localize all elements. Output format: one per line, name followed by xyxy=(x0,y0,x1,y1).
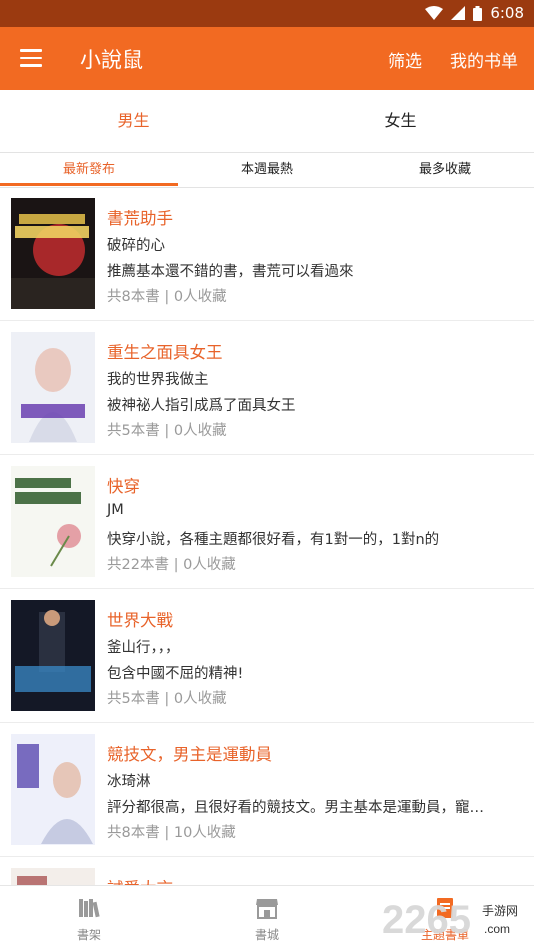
app-bar: 小說鼠 筛选 我的书单 xyxy=(0,27,534,90)
booklist-list[interactable]: 書荒助手 破碎的心 推薦基本還不錯的書，書荒可以看過來 共8本書 | 0人收藏 … xyxy=(0,187,534,885)
book-count: 共5本書 xyxy=(107,691,160,707)
list-item[interactable]: 快穿 JM 快穿小說，各種主題都很好看，有1對一的，1對n的 共22本書 | 0… xyxy=(0,455,534,589)
nav-store[interactable]: 書城 xyxy=(178,886,356,950)
bottom-navigation: 書架 書城 主題書單 xyxy=(0,885,534,950)
booklist-title: 書荒助手 xyxy=(107,209,173,228)
battery-icon xyxy=(473,5,483,21)
booklist-meta: 共8本書 | 10人收藏 xyxy=(107,821,236,842)
book-cover xyxy=(11,734,95,845)
nav-topic-booklists-label: 主題書單 xyxy=(420,928,469,942)
booklist-meta: 共5本書 | 0人收藏 xyxy=(107,419,227,440)
tab-latest[interactable]: 最新發布 xyxy=(0,153,178,187)
tab-weekly-hot[interactable]: 本週最熱 xyxy=(178,153,356,187)
book-cover xyxy=(11,600,95,711)
app-title: 小說鼠 xyxy=(80,48,143,72)
tab-male[interactable]: 男生 xyxy=(0,90,267,152)
meta-separator: | xyxy=(173,557,179,573)
booklist-description: 快穿小說，各種主題都很好看，有1對一的，1對n的 xyxy=(107,532,440,548)
booklist-title: 競技文，男主是運動員 xyxy=(107,745,272,764)
booklist-description: 被神祕人指引成爲了面具女王 xyxy=(107,398,296,414)
filter-button[interactable]: 筛选 xyxy=(388,47,422,72)
booklist-author: 冰琦淋 xyxy=(107,774,151,790)
store-icon xyxy=(256,899,278,919)
nav-topic-booklists[interactable]: 主題書單 xyxy=(356,886,534,950)
booklist-title: 重生之面具女王 xyxy=(107,343,223,362)
book-cover xyxy=(11,198,95,309)
nav-bookshelf-label: 書架 xyxy=(76,928,101,942)
list-item[interactable]: 世界大戰 釜山行，，， 包含中國不屈的精神! 共5本書 | 0人收藏 xyxy=(0,589,534,723)
wifi-icon xyxy=(425,5,444,20)
my-booklist-button[interactable]: 我的书单 xyxy=(450,47,518,72)
nav-store-label: 書城 xyxy=(254,928,279,942)
book-count: 共5本書 xyxy=(107,423,160,439)
meta-separator: | xyxy=(164,423,170,439)
favorite-count: 0人收藏 xyxy=(183,557,236,573)
booklist-title: 世界大戰 xyxy=(107,611,173,630)
tab-female[interactable]: 女生 xyxy=(267,90,534,152)
list-item[interactable]: 試愛大言 xyxy=(0,857,534,885)
book-count: 共8本書 xyxy=(107,825,160,841)
book-count: 共8本書 xyxy=(107,289,160,305)
booklist-meta: 共22本書 | 0人收藏 xyxy=(107,553,236,574)
signal-icon xyxy=(451,5,466,20)
tab-most-favorited[interactable]: 最多收藏 xyxy=(356,153,534,187)
status-bar: 6:08 xyxy=(0,0,534,27)
booklist-author: 破碎的心 xyxy=(107,238,165,254)
list-item[interactable]: 重生之面具女王 我的世界我做主 被神祕人指引成爲了面具女王 共5本書 | 0人收… xyxy=(0,321,534,455)
booklist-description: 推薦基本還不錯的書，書荒可以看過來 xyxy=(107,264,354,280)
list-item[interactable]: 競技文，男主是運動員 冰琦淋 評分都很高，且很好看的競技文。男主基本是運動員，寵… xyxy=(0,723,534,857)
booklist-meta: 共5本書 | 0人收藏 xyxy=(107,687,227,708)
meta-separator: | xyxy=(164,825,170,841)
booklist-meta: 共8本書 | 0人收藏 xyxy=(107,285,227,306)
status-time: 6:08 xyxy=(490,4,524,22)
book-cover xyxy=(11,332,95,443)
booklist-author: 我的世界我做主 xyxy=(107,372,209,388)
favorite-count: 10人收藏 xyxy=(173,825,236,841)
menu-icon[interactable] xyxy=(20,49,42,67)
booklist-author: 釜山行，，， xyxy=(107,640,180,656)
favorite-count: 0人收藏 xyxy=(173,423,227,439)
favorite-count: 0人收藏 xyxy=(173,289,227,305)
booklist-author: JM xyxy=(107,502,124,518)
list-item[interactable]: 書荒助手 破碎的心 推薦基本還不錯的書，書荒可以看過來 共8本書 | 0人收藏 xyxy=(0,187,534,321)
meta-separator: | xyxy=(164,691,170,707)
booklist-title: 快穿 xyxy=(107,477,140,496)
nav-bookshelf[interactable]: 書架 xyxy=(0,886,178,950)
booklist-description: 包含中國不屈的精神! xyxy=(107,666,244,682)
book-cover xyxy=(11,466,95,577)
booklist-description: 評分都很高，且很好看的競技文。男主基本是運動員，寵… xyxy=(107,800,484,816)
meta-separator: | xyxy=(164,289,170,305)
book-count: 共22本書 xyxy=(107,557,169,573)
booklist-icon xyxy=(437,898,453,918)
bookshelf-icon xyxy=(79,899,100,918)
book-cover xyxy=(11,868,95,885)
gender-tabs: 男生 女生 xyxy=(0,90,534,153)
booklist-title: 試愛大言 xyxy=(107,875,173,885)
favorite-count: 0人收藏 xyxy=(173,691,227,707)
sort-tab-indicator xyxy=(0,183,178,186)
